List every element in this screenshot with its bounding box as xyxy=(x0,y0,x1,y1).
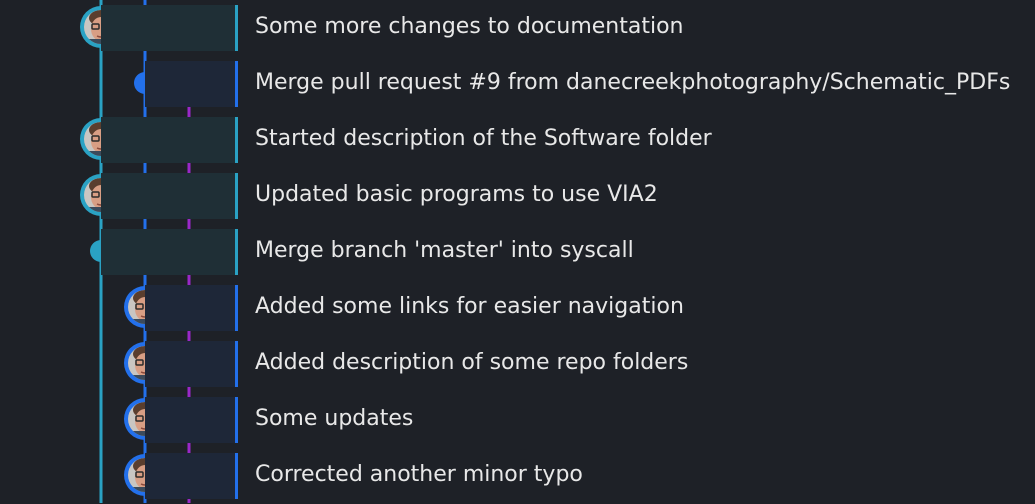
commit-row[interactable]: Added some links for easier navigation xyxy=(0,280,1035,336)
row-accent-bar xyxy=(235,453,238,499)
commit-message: Updated basic programs to use VIA2 xyxy=(255,182,658,207)
row-highlight xyxy=(145,61,235,107)
row-accent-bar xyxy=(235,5,238,51)
row-highlight xyxy=(101,173,235,219)
commit-message: Merge branch 'master' into syscall xyxy=(255,238,634,263)
row-accent-bar xyxy=(235,397,238,443)
row-highlight xyxy=(145,453,235,499)
commit-message: Some more changes to documentation xyxy=(255,14,684,39)
commit-message: Added description of some repo folders xyxy=(255,350,689,375)
commit-row[interactable]: Updated basic programs to use VIA2 xyxy=(0,168,1035,224)
row-highlight xyxy=(145,397,235,443)
row-accent-bar xyxy=(235,117,238,163)
commit-row[interactable]: Merge pull request #9 from danecreekphot… xyxy=(0,56,1035,112)
commit-row[interactable]: Added description of some repo folders xyxy=(0,336,1035,392)
commit-row[interactable]: Merge branch 'master' into syscall xyxy=(0,224,1035,280)
commit-message: Corrected another minor typo xyxy=(255,462,583,487)
row-accent-bar xyxy=(235,229,238,275)
row-highlight xyxy=(145,285,235,331)
row-accent-bar xyxy=(235,285,238,331)
commit-row[interactable]: Started description of the Software fold… xyxy=(0,112,1035,168)
row-highlight xyxy=(101,229,235,275)
row-highlight xyxy=(101,117,235,163)
commit-row[interactable]: Corrected another minor typo xyxy=(0,448,1035,504)
commit-message: Some updates xyxy=(255,406,414,431)
commit-message: Added some links for easier navigation xyxy=(255,294,684,319)
row-accent-bar xyxy=(235,341,238,387)
row-highlight xyxy=(101,5,235,51)
commit-message: Merge pull request #9 from danecreekphot… xyxy=(255,70,1011,95)
row-accent-bar xyxy=(235,61,238,107)
row-highlight xyxy=(145,341,235,387)
commit-row[interactable]: Some updates xyxy=(0,392,1035,448)
row-accent-bar xyxy=(235,173,238,219)
commit-row[interactable]: Some more changes to documentation xyxy=(0,0,1035,56)
commit-message: Started description of the Software fold… xyxy=(255,126,712,151)
